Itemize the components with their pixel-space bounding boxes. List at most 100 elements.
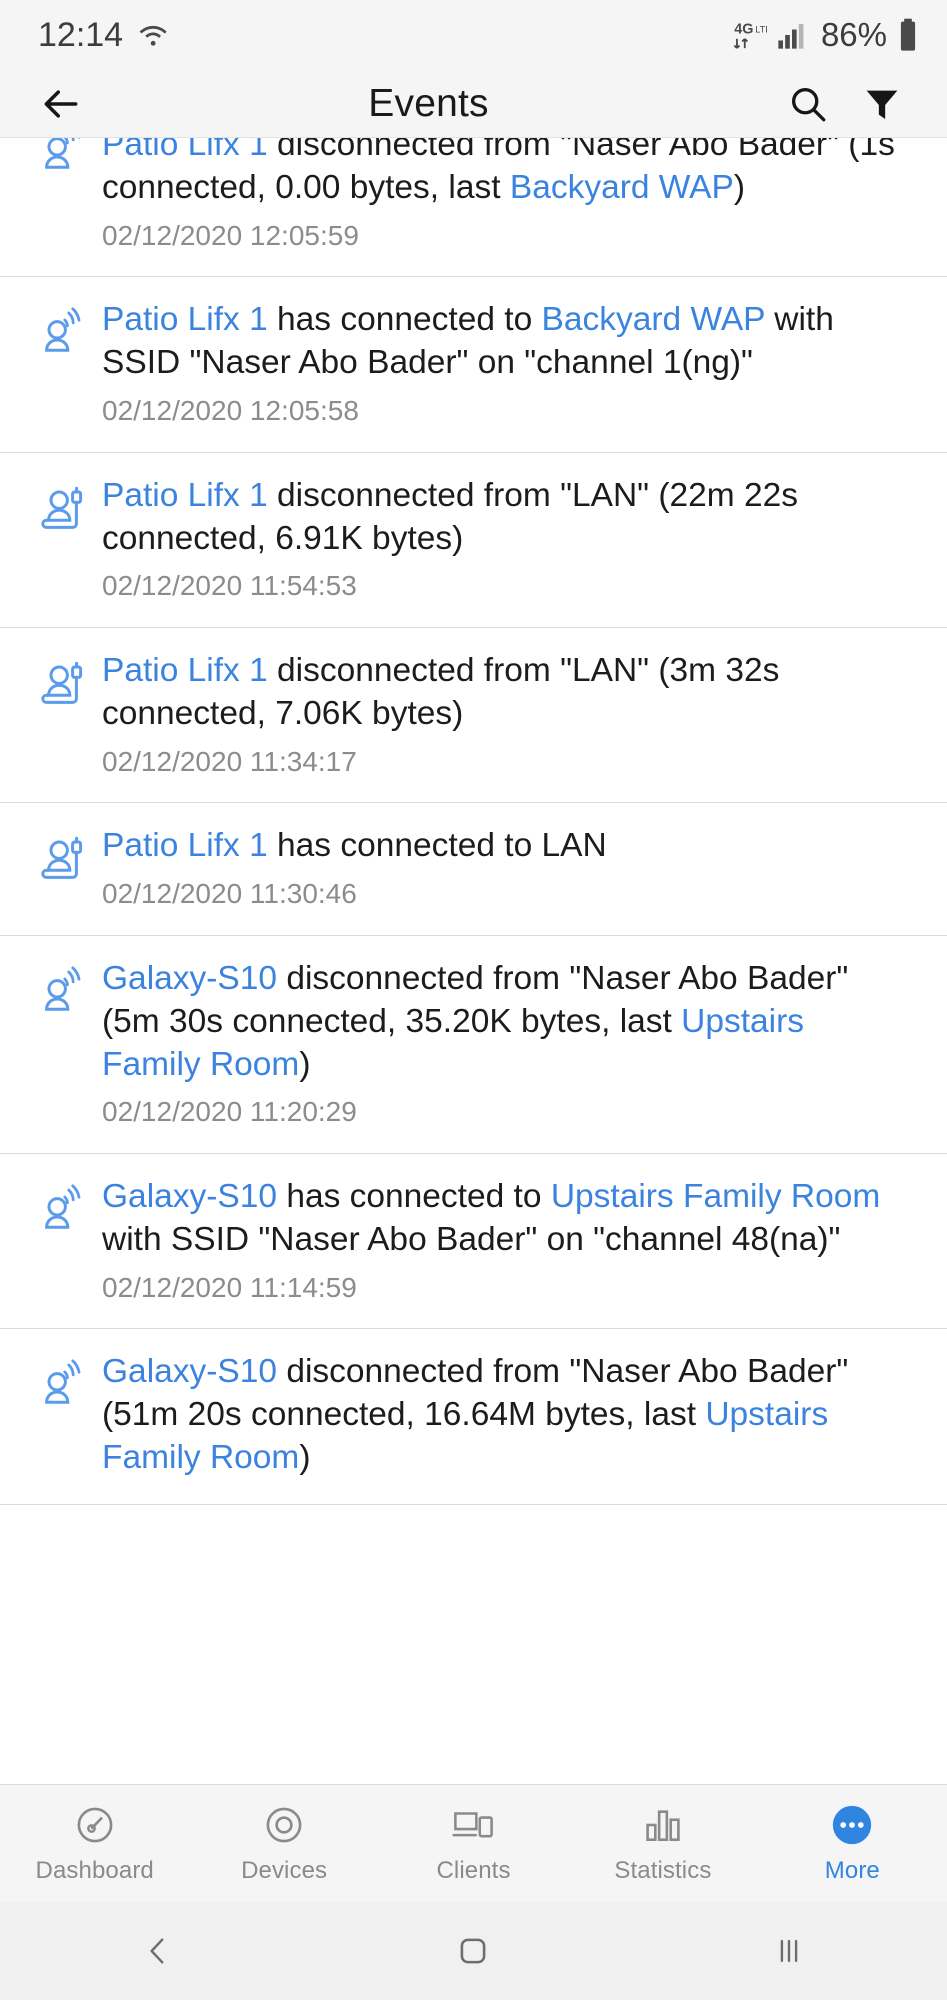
system-recents-icon [772,1934,806,1968]
tab-devices[interactable]: Devices [189,1785,378,1902]
event-timestamp: 02/12/2020 11:34:17 [102,745,357,777]
event-body: Patio Lifx 1 has connected to Backyard W… [102,299,921,427]
wireless-client-icon [26,1351,102,1411]
event-body: Galaxy-S10 has connected to Upstairs Fam… [102,1176,921,1304]
network-type-icon: 4G LTE [733,18,767,52]
clients-screens-icon [451,1802,496,1848]
status-bar-right: 4G LTE 86% [733,16,919,54]
tab-more[interactable]: More [758,1785,947,1902]
svg-text:4G: 4G [734,22,753,38]
event-message: Galaxy-S10 disconnected from "Naser Abo … [102,1351,911,1480]
event-body: Galaxy-S10 disconnected from "Naser Abo … [102,958,921,1129]
filter-funnel-icon [862,84,902,124]
event-link[interactable]: Galaxy-S10 [102,960,277,997]
page-title: Events [368,81,489,125]
event-body: Patio Lifx 1 disconnected from "Naser Ab… [102,138,921,252]
tab-label-statistics: Statistics [614,1857,712,1884]
phone-screen: 12:14 4G LTE [0,0,947,2000]
event-message: Patio Lifx 1 has connected to LAN [102,825,911,868]
event-message: Galaxy-S10 disconnected from "Naser Abo … [102,958,911,1087]
battery-icon [897,18,919,52]
event-row[interactable]: Patio Lifx 1 disconnected from "Naser Ab… [0,138,947,278]
event-text: ) [299,1439,311,1477]
event-text: ) [733,168,746,206]
more-dots-icon [829,1802,875,1848]
bottom-tab-bar: Dashboard Devices Clients Statistics Mor… [0,1784,947,1902]
event-timestamp: 02/12/2020 11:20:29 [102,1096,357,1128]
system-recents-button[interactable] [729,1902,849,2000]
event-timestamp: 02/12/2020 11:14:59 [102,1271,357,1303]
wifi-icon [137,19,169,51]
system-home-button[interactable] [413,1902,533,2000]
event-link[interactable]: Upstairs Family Room [551,1178,880,1215]
event-body: Patio Lifx 1 disconnected from "LAN" (3m… [102,650,921,778]
status-clock: 12:14 [38,15,124,54]
tab-statistics[interactable]: Statistics [568,1785,757,1902]
search-icon [787,83,829,125]
system-navigation-bar [0,1902,947,2000]
event-timestamp: 02/12/2020 11:54:53 [102,570,357,602]
event-message: Patio Lifx 1 disconnected from "LAN" (22… [102,475,911,561]
system-back-icon [141,1934,175,1968]
event-message: Patio Lifx 1 disconnected from "Naser Ab… [102,138,911,210]
event-link[interactable]: Patio Lifx 1 [102,477,268,514]
system-home-icon [455,1933,491,1969]
event-row[interactable]: Patio Lifx 1 has connected to Backyard W… [0,277,947,453]
tab-label-devices: Devices [241,1857,328,1884]
event-body: Patio Lifx 1 disconnected from "LAN" (22… [102,475,921,603]
event-timestamp: 02/12/2020 11:30:46 [102,878,357,910]
event-row[interactable]: Galaxy-S10 has connected to Upstairs Fam… [0,1154,947,1330]
signal-bars-icon [777,19,807,51]
statistics-bars-icon [642,1802,684,1848]
event-text: has connected to [277,1178,551,1216]
tab-clients[interactable]: Clients [379,1785,568,1902]
dashboard-gauge-icon [74,1802,116,1848]
event-message: Patio Lifx 1 disconnected from "LAN" (3m… [102,650,911,736]
event-link[interactable]: Galaxy-S10 [102,1178,277,1215]
wireless-client-icon [26,138,102,176]
svg-text:LTE: LTE [755,24,767,34]
wired-client-icon [26,475,102,535]
event-row[interactable]: Patio Lifx 1 disconnected from "LAN" (3m… [0,628,947,804]
event-text: has connected to LAN [267,827,607,865]
status-bar-left: 12:14 [38,16,169,55]
event-link[interactable]: Patio Lifx 1 [102,827,268,864]
event-timestamp: 02/12/2020 12:05:59 [102,219,359,251]
event-timestamp: 02/12/2020 12:05:58 [102,395,359,427]
event-body: Galaxy-S10 disconnected from "Naser Abo … [102,1351,921,1480]
event-text: with SSID "Naser Abo Bader" on "channel … [102,1220,841,1258]
event-link[interactable]: Backyard WAP [542,301,765,338]
event-link[interactable]: Patio Lifx 1 [102,301,268,338]
battery-percent-label: 86% [820,16,887,53]
events-list[interactable]: Patio Lifx 1 disconnected from "Naser Ab… [0,138,947,1784]
tab-label-clients: Clients [436,1857,511,1884]
event-row[interactable]: Patio Lifx 1 disconnected from "LAN" (22… [0,452,947,629]
wired-client-icon [26,650,102,710]
system-back-button[interactable] [98,1902,218,2000]
event-row[interactable]: Galaxy-S10 disconnected from "Naser Abo … [0,1329,947,1506]
event-text: has connected to [267,301,542,339]
event-row[interactable]: Galaxy-S10 disconnected from "Naser Abo … [0,935,947,1155]
event-message: Galaxy-S10 has connected to Upstairs Fam… [102,1176,911,1262]
wired-client-icon [26,825,102,885]
wireless-client-icon [26,1176,102,1236]
search-button[interactable] [771,73,845,135]
event-message: Patio Lifx 1 has connected to Backyard W… [102,299,911,385]
filter-button[interactable] [845,73,919,135]
event-link[interactable]: Patio Lifx 1 [102,652,268,689]
event-body: Patio Lifx 1 has connected to LAN 02/12/2… [102,825,921,910]
tab-dashboard[interactable]: Dashboard [0,1785,189,1902]
tab-label-more: More [824,1857,880,1884]
app-bar: Events [0,70,947,138]
event-link[interactable]: Backyard WAP [510,169,734,206]
event-link[interactable]: Galaxy-S10 [102,1353,277,1390]
devices-circle-icon [263,1802,305,1848]
event-link[interactable]: Patio Lifx 1 [102,138,268,163]
tab-label-dashboard: Dashboard [35,1857,154,1884]
back-arrow-icon [39,82,83,126]
event-text: ) [299,1045,311,1083]
back-button[interactable] [30,73,92,135]
wireless-client-icon [26,299,102,359]
event-row[interactable]: Patio Lifx 1 has connected to LAN 02/12/2… [0,803,947,936]
status-bar: 12:14 4G LTE [0,0,947,70]
